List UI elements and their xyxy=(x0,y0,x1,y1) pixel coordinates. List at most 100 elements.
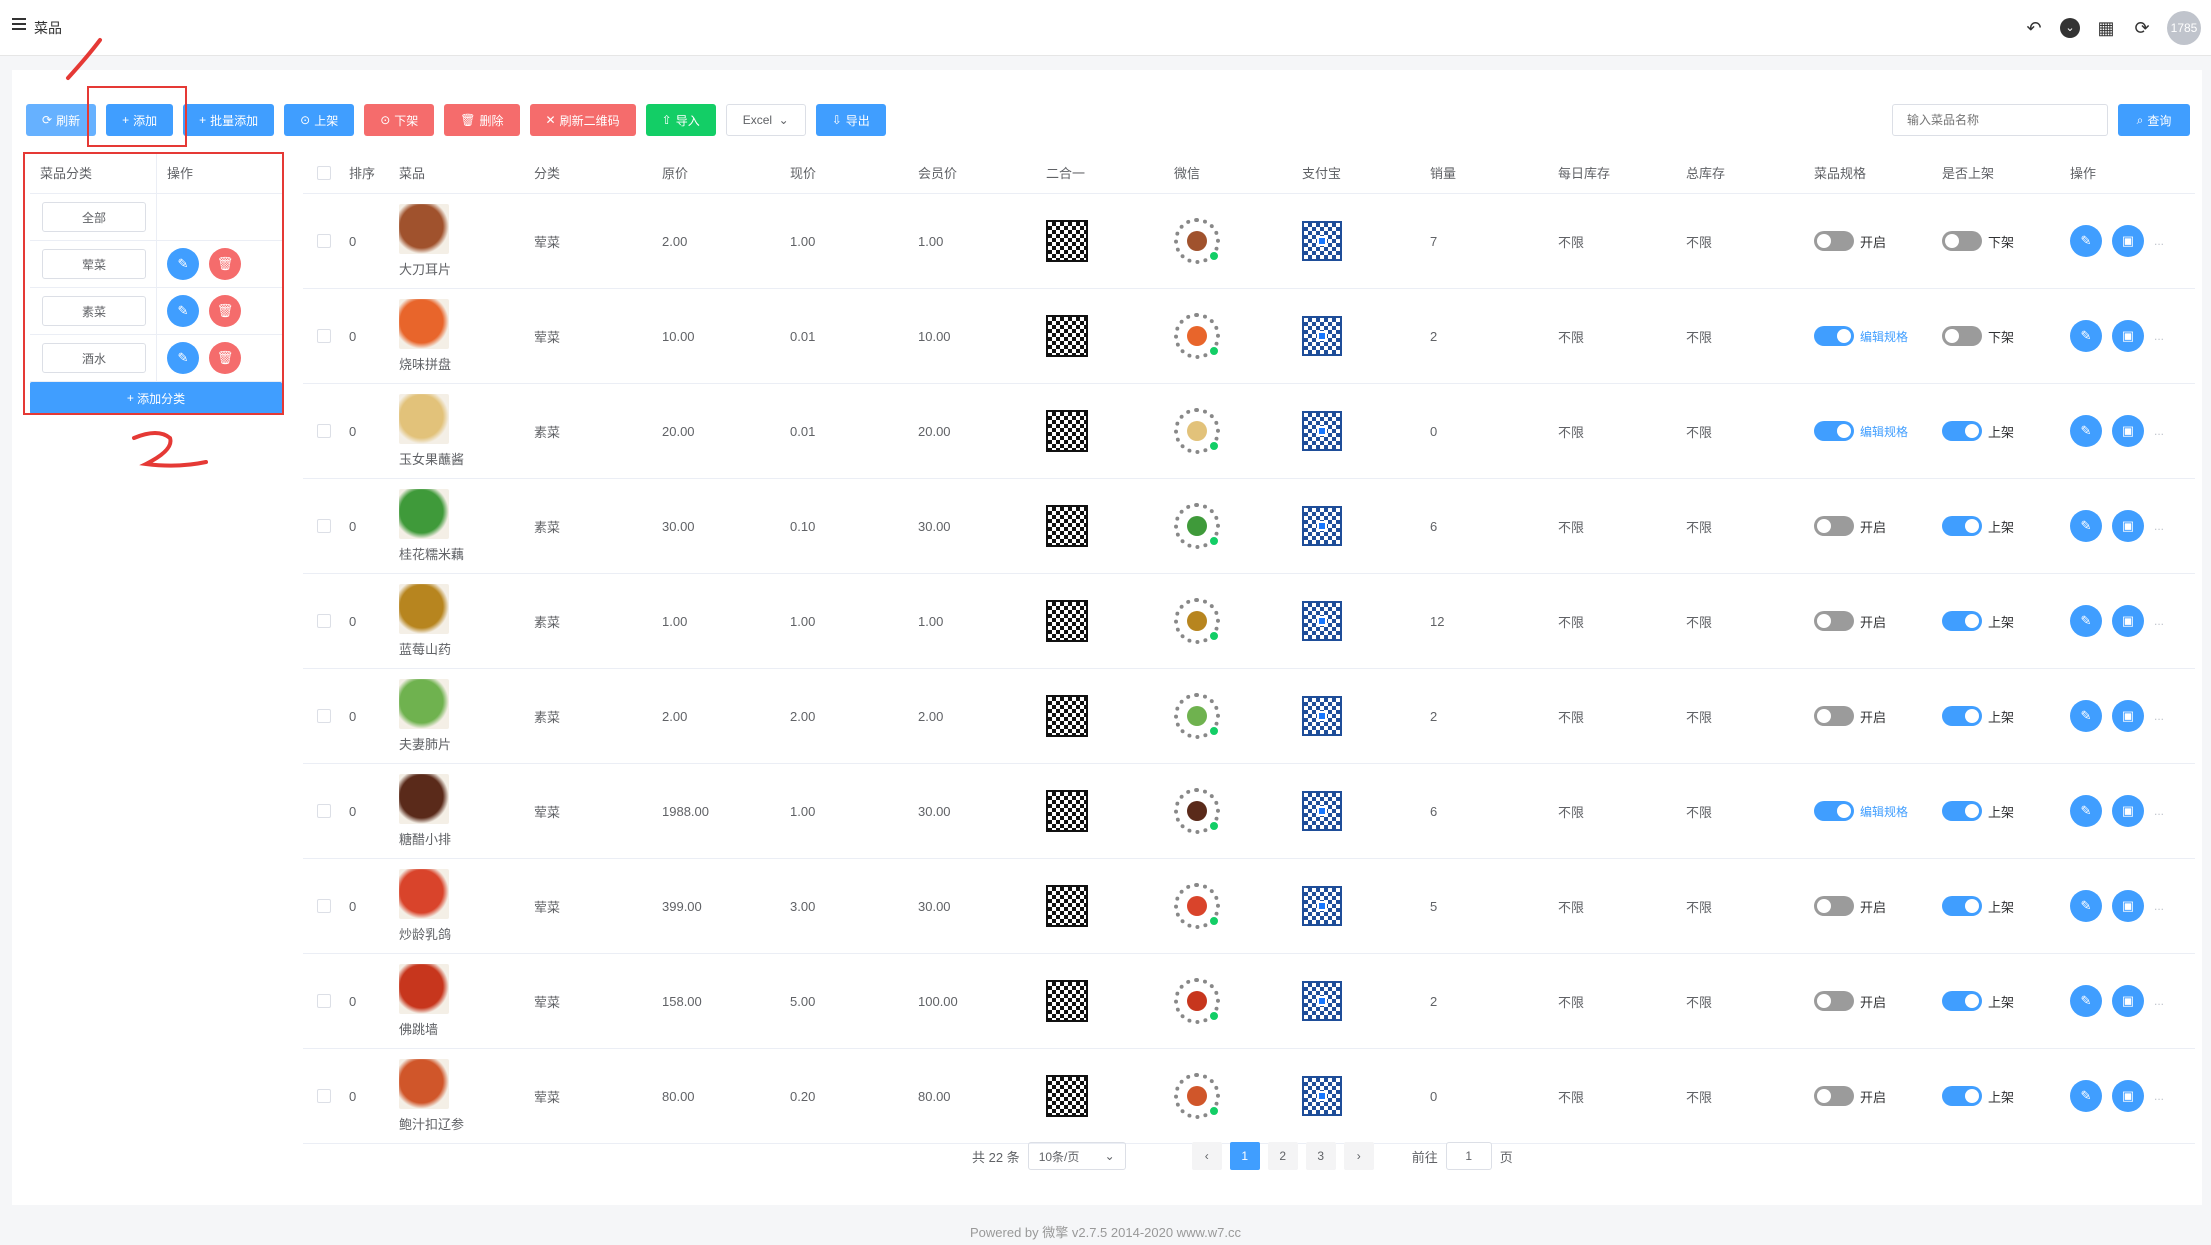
edit-icon[interactable]: ✎ xyxy=(2070,415,2102,447)
spec-label[interactable]: 编辑规格 xyxy=(1860,328,1908,345)
wechat-mini-code[interactable] xyxy=(1174,693,1220,739)
alipay-qr-code[interactable] xyxy=(1302,981,1342,1021)
shelf-switch[interactable]: 上架 xyxy=(1942,896,2060,916)
more-icon[interactable]: ... xyxy=(2154,804,2164,818)
more-icon[interactable]: ... xyxy=(2154,994,2164,1008)
spec-toggle[interactable] xyxy=(1814,611,1854,631)
combo-qr-code[interactable] xyxy=(1046,315,1088,357)
page-button-3[interactable]: 3 xyxy=(1305,1142,1336,1170)
save-icon[interactable]: ▣ xyxy=(2112,415,2144,447)
batch-add-button[interactable]: + 批量添加 xyxy=(183,104,275,136)
refresh-qr-button[interactable]: ✕ 刷新二维码 xyxy=(529,104,636,136)
edit-icon[interactable]: ✎ xyxy=(2070,225,2102,257)
on-shelf-button[interactable]: ⊙ 上架 xyxy=(284,104,355,136)
import-button[interactable]: ⇧ 导入 xyxy=(645,104,716,136)
spec-switch[interactable]: 开启 xyxy=(1814,231,1932,251)
refresh-button[interactable]: ⟳ 刷新 xyxy=(26,104,97,136)
spec-switch[interactable]: 开启 xyxy=(1814,706,1932,726)
spec-toggle[interactable] xyxy=(1814,326,1854,346)
more-icon[interactable]: ... xyxy=(2154,709,2164,723)
page-size-select[interactable]: 10条/页 ⌄ xyxy=(1027,1142,1126,1170)
delete-button[interactable]: 🗑 删除 xyxy=(444,104,520,136)
more-icon[interactable]: ... xyxy=(2154,234,2164,248)
spec-switch[interactable]: 编辑规格 xyxy=(1814,801,1932,821)
edit-icon[interactable]: ✎ xyxy=(2070,605,2102,637)
dropdown-circle-icon[interactable]: ⌄ xyxy=(2059,17,2081,39)
wechat-mini-code[interactable] xyxy=(1174,978,1220,1024)
export-button[interactable]: ⇩ 导出 xyxy=(815,104,886,136)
shelf-switch[interactable]: 上架 xyxy=(1942,1086,2060,1106)
page-button-1[interactable]: 1 xyxy=(1229,1142,1260,1170)
shelf-switch[interactable]: 上架 xyxy=(1942,706,2060,726)
spec-toggle[interactable] xyxy=(1814,231,1854,251)
shelf-toggle[interactable] xyxy=(1942,231,1982,251)
combo-qr-code[interactable] xyxy=(1046,600,1088,642)
wechat-mini-code[interactable] xyxy=(1174,788,1220,834)
spec-switch[interactable]: 编辑规格 xyxy=(1814,326,1932,346)
spec-label[interactable]: 编辑规格 xyxy=(1860,803,1908,820)
shelf-toggle[interactable] xyxy=(1942,991,1982,1011)
spec-switch[interactable]: 编辑规格 xyxy=(1814,421,1932,441)
spec-toggle[interactable] xyxy=(1814,1086,1854,1106)
spec-switch[interactable]: 开启 xyxy=(1814,516,1932,536)
spec-label[interactable]: 编辑规格 xyxy=(1860,423,1908,440)
shelf-switch[interactable]: 下架 xyxy=(1942,326,2060,346)
edit-icon[interactable]: ✎ xyxy=(2070,510,2102,542)
spec-switch[interactable]: 开启 xyxy=(1814,611,1932,631)
wechat-mini-code[interactable] xyxy=(1174,218,1220,264)
row-checkbox[interactable] xyxy=(317,994,331,1008)
next-page-button[interactable]: › xyxy=(1343,1142,1374,1170)
spec-toggle[interactable] xyxy=(1814,896,1854,916)
off-shelf-button[interactable]: ⊙ 下架 xyxy=(364,104,435,136)
combo-qr-code[interactable] xyxy=(1046,505,1088,547)
prev-page-button[interactable]: ‹ xyxy=(1191,1142,1222,1170)
edit-icon[interactable]: ✎ xyxy=(2070,890,2102,922)
save-icon[interactable]: ▣ xyxy=(2112,225,2144,257)
row-checkbox[interactable] xyxy=(317,709,331,723)
shelf-toggle[interactable] xyxy=(1942,421,1982,441)
spec-toggle[interactable] xyxy=(1814,706,1854,726)
row-checkbox[interactable] xyxy=(317,804,331,818)
shelf-toggle[interactable] xyxy=(1942,801,1982,821)
row-checkbox[interactable] xyxy=(317,614,331,628)
row-checkbox[interactable] xyxy=(317,329,331,343)
alipay-qr-code[interactable] xyxy=(1302,221,1342,261)
edit-icon[interactable]: ✎ xyxy=(2070,1080,2102,1112)
shelf-switch[interactable]: 上架 xyxy=(1942,421,2060,441)
alipay-qr-code[interactable] xyxy=(1302,696,1342,736)
select-all-checkbox[interactable] xyxy=(317,165,331,180)
row-checkbox[interactable] xyxy=(317,519,331,533)
row-checkbox[interactable] xyxy=(317,899,331,913)
spec-switch[interactable]: 开启 xyxy=(1814,991,1932,1011)
page-button-2[interactable]: 2 xyxy=(1267,1142,1298,1170)
alipay-qr-code[interactable] xyxy=(1302,886,1342,926)
edit-icon[interactable]: ✎ xyxy=(2070,700,2102,732)
refresh-icon[interactable]: ⟳ xyxy=(2131,17,2153,39)
shelf-switch[interactable]: 下架 xyxy=(1942,231,2060,251)
row-checkbox[interactable] xyxy=(317,424,331,438)
shelf-toggle[interactable] xyxy=(1942,611,1982,631)
save-icon[interactable]: ▣ xyxy=(2112,320,2144,352)
more-icon[interactable]: ... xyxy=(2154,329,2164,343)
combo-qr-code[interactable] xyxy=(1046,695,1088,737)
avatar[interactable]: 1785 xyxy=(2167,11,2201,45)
goto-page-input[interactable] xyxy=(1445,1142,1492,1170)
combo-qr-code[interactable] xyxy=(1046,220,1088,262)
edit-icon[interactable]: ✎ xyxy=(2070,320,2102,352)
save-icon[interactable]: ▣ xyxy=(2112,985,2144,1017)
edit-icon[interactable]: ✎ xyxy=(2070,985,2102,1017)
back-arrow-icon[interactable]: ↶ xyxy=(2023,17,2045,39)
row-checkbox[interactable] xyxy=(317,1089,331,1103)
grid-icon[interactable]: ▦ xyxy=(2095,17,2117,39)
combo-qr-code[interactable] xyxy=(1046,790,1088,832)
shelf-toggle[interactable] xyxy=(1942,706,1982,726)
save-icon[interactable]: ▣ xyxy=(2112,700,2144,732)
spec-toggle[interactable] xyxy=(1814,991,1854,1011)
more-icon[interactable]: ... xyxy=(2154,1089,2164,1103)
spec-toggle[interactable] xyxy=(1814,421,1854,441)
wechat-mini-code[interactable] xyxy=(1174,408,1220,454)
combo-qr-code[interactable] xyxy=(1046,885,1088,927)
combo-qr-code[interactable] xyxy=(1046,980,1088,1022)
wechat-mini-code[interactable] xyxy=(1174,883,1220,929)
shelf-toggle[interactable] xyxy=(1942,1086,1982,1106)
